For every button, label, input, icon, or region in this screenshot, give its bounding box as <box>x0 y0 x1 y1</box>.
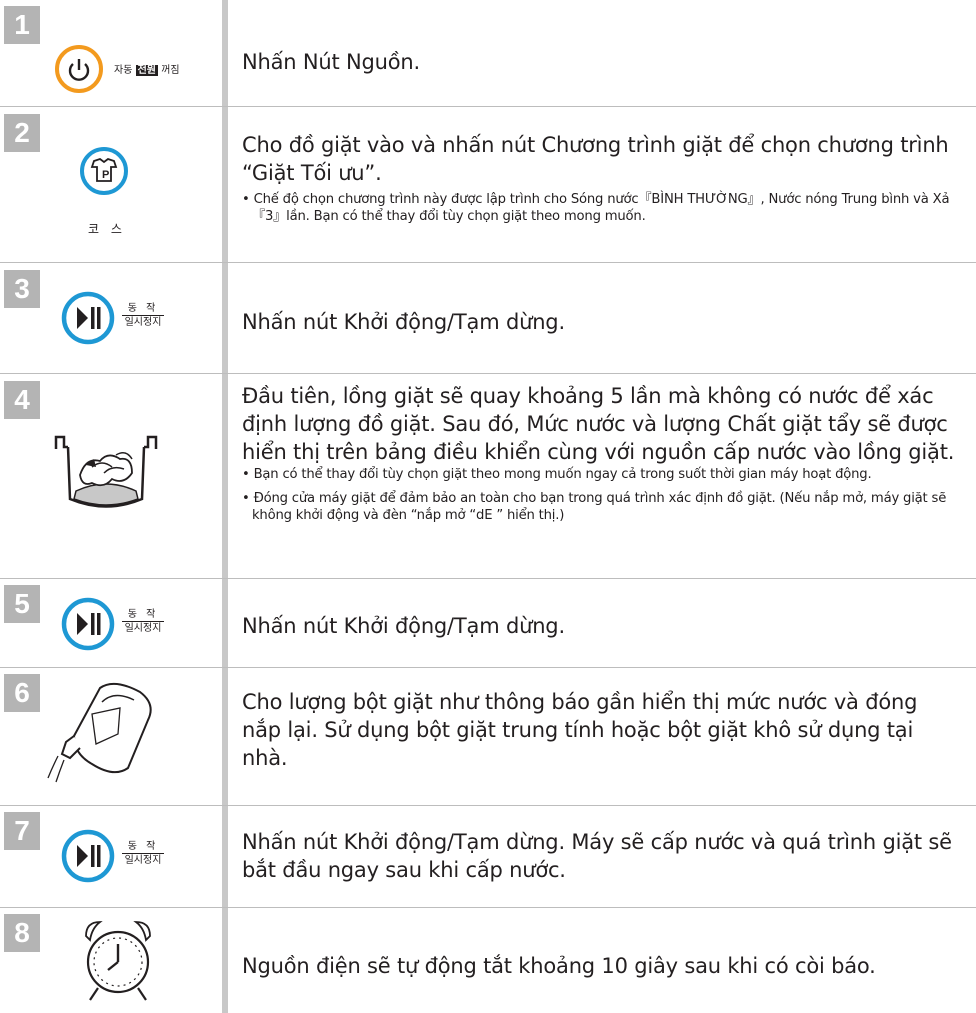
step-number: 8 <box>4 914 40 952</box>
step-number: 2 <box>4 114 40 152</box>
alarm-clock-icon <box>85 921 151 1001</box>
step-number: 1 <box>4 6 40 44</box>
step-2: 2 P 코 스 Cho đồ giặt vào và nhấn nút Chươ… <box>0 107 976 262</box>
play-pause-label: 동 작 일시정지 <box>122 841 164 866</box>
detergent-bottle-icon <box>47 682 152 783</box>
step-text: Nguồn điện sẽ tự động tắt khoảng 10 giây… <box>242 952 962 980</box>
step-text: Cho lượng bột giặt như thông báo gần hiể… <box>242 688 962 772</box>
step-instruction: Đầu tiên, lồng giặt sẽ quay khoảng 5 lần… <box>242 384 955 464</box>
step-instruction: Nhấn Nút Nguồn. <box>242 50 420 74</box>
power-label: 자동 전원 꺼짐 <box>114 65 180 76</box>
svg-text:P: P <box>102 169 109 181</box>
step-instruction: Nhấn nút Khởi động/Tạm dừng. <box>242 614 565 638</box>
step-1: 1 자동 전원 꺼짐 Nhấn Nút Nguồn. <box>0 0 976 106</box>
step-5: 5 동 작 일시정지 Nhấn nút Khởi động/Tạm dừng. <box>0 579 976 667</box>
step-3: 3 동 작 일시정지 Nhấn nút Khởi động/Tạm dừng. <box>0 263 976 373</box>
step-number: 7 <box>4 812 40 850</box>
step-number: 4 <box>4 381 40 419</box>
play-pause-button-icon <box>61 597 115 651</box>
step-6: 6 Cho lượng bột giặt như thông báo gần h… <box>0 668 976 805</box>
step-icon-cell: 동 작 일시정지 <box>40 806 222 907</box>
step-text: Cho đồ giặt vào và nhấn nút Chương trình… <box>242 131 962 225</box>
step-icon-cell <box>40 374 222 578</box>
step-instruction: Cho đồ giặt vào và nhấn nút Chương trình… <box>242 133 949 185</box>
step-instruction: Nhấn nút Khởi động/Tạm dừng. Máy sẽ cấp … <box>242 830 952 882</box>
course-button-icon: P <box>80 147 128 195</box>
step-text: Nhấn nút Khởi động/Tạm dừng. <box>242 612 962 640</box>
step-8: 8 Nguồn điện sẽ tự động tắt khoảng 10 gi… <box>0 908 976 1013</box>
step-7: 7 동 작 일시정지 Nhấn nút Khởi động/Tạm dừng. … <box>0 806 976 907</box>
step-number: 5 <box>4 585 40 623</box>
power-button-icon <box>55 45 103 93</box>
step-icon-cell <box>40 668 222 805</box>
step-instruction: Cho lượng bột giặt như thông báo gần hiể… <box>242 690 918 770</box>
step-number: 3 <box>4 270 40 308</box>
step-number: 6 <box>4 674 40 712</box>
step-text: Nhấn nút Khởi động/Tạm dừng. <box>242 308 962 336</box>
play-pause-button-icon <box>61 291 115 345</box>
step-icon-cell: 동 작 일시정지 <box>40 263 222 373</box>
step-icon-cell: P 코 스 <box>40 107 222 262</box>
step-text: Đầu tiên, lồng giặt sẽ quay khoảng 5 lần… <box>242 382 962 524</box>
step-note: • Bạn có thể thay đổi tùy chọn giặt theo… <box>242 467 872 482</box>
step-icon-cell: 동 작 일시정지 <box>40 579 222 667</box>
step-note: • Đóng cửa máy giặt để đảm bảo an toàn c… <box>242 491 947 523</box>
play-pause-label: 동 작 일시정지 <box>122 303 164 328</box>
step-4: 4 Đầu tiên, lồng giặt sẽ quay khoảng 5 l… <box>0 374 976 578</box>
step-icon-cell: 자동 전원 꺼짐 <box>40 30 222 93</box>
step-note: • Chế độ chọn chương trình này được lập … <box>242 192 950 224</box>
step-text: Nhấn nút Khởi động/Tạm dừng. Máy sẽ cấp … <box>242 828 962 884</box>
play-pause-label: 동 작 일시정지 <box>122 609 164 634</box>
step-text: Nhấn Nút Nguồn. <box>242 48 962 76</box>
step-icon-cell <box>40 908 222 1013</box>
laundry-tub-icon <box>54 435 158 508</box>
play-pause-button-icon <box>61 829 115 883</box>
step-instruction: Nguồn điện sẽ tự động tắt khoảng 10 giây… <box>242 954 876 978</box>
course-label: 코 스 <box>88 222 126 236</box>
step-instruction: Nhấn nút Khởi động/Tạm dừng. <box>242 310 565 334</box>
